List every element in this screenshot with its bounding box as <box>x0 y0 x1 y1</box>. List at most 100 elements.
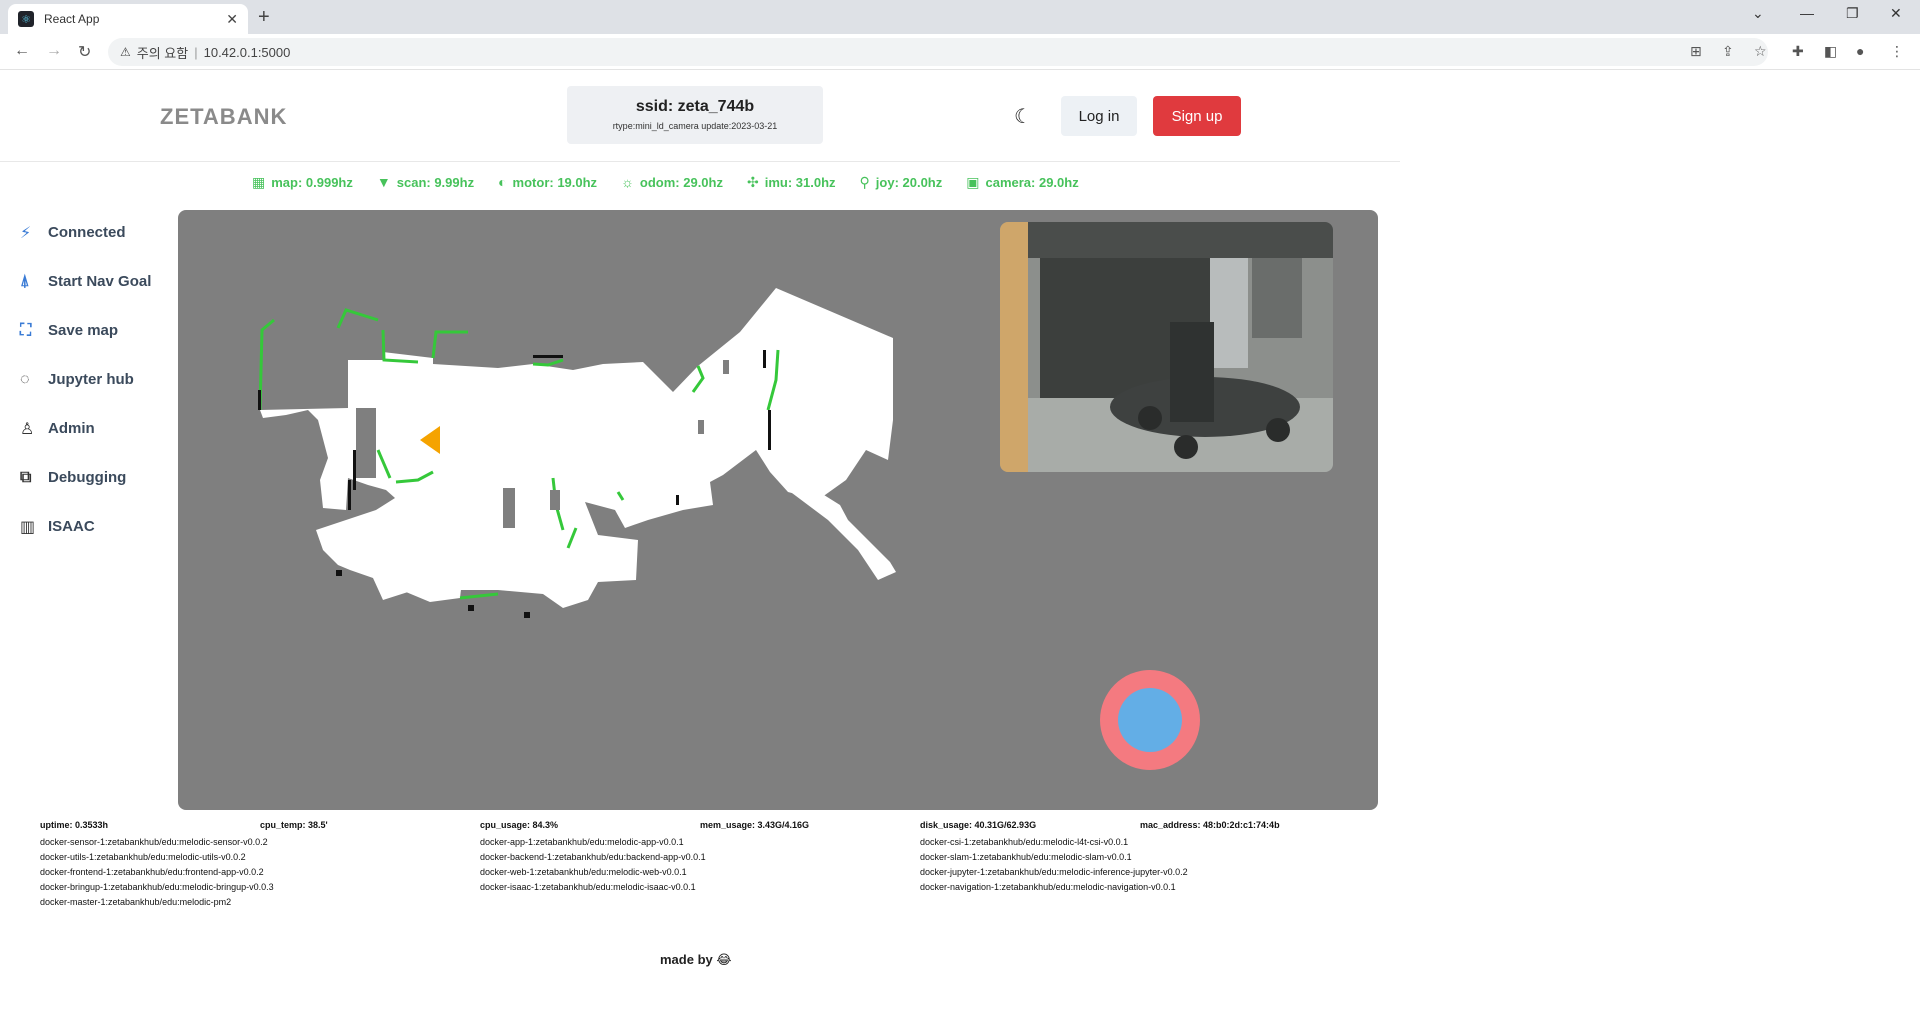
rate-camera: ▣ camera: 29.0hz <box>966 172 1078 192</box>
mac-address: mac_address: 48:b0:2d:c1:74:4b <box>1140 820 1280 830</box>
camera-image <box>1000 222 1333 472</box>
sidebar-item-label: Connected <box>48 224 126 241</box>
ssid-label: ssid: zeta_744b <box>635 98 755 115</box>
connected-icon: ⚡ <box>20 224 32 242</box>
rate-motor: ◐ motor: 19.0hz <box>498 172 597 192</box>
rate-label: joy: 20.0hz <box>875 174 943 190</box>
map-icon: ⛶ <box>20 321 32 339</box>
sidebar-item-isaac[interactable]: ▥ ISAAC <box>20 502 170 551</box>
menu-icon[interactable]: ⋮ <box>1890 43 1904 60</box>
docker-item: docker-navigation-1:zetabankhub/edu:melo… <box>920 882 1176 892</box>
rate-odom: ☼ odom: 29.0hz <box>621 172 723 192</box>
extensions-icon[interactable]: ✚ <box>1792 43 1804 60</box>
sidebar-item-label: Debugging <box>48 469 127 486</box>
bookmark-star-icon[interactable]: ☆ <box>1754 43 1767 60</box>
mem-usage: mem_usage: 3.43G/4.16G <box>700 820 810 830</box>
sun-icon: ☼ <box>621 174 634 190</box>
forward-icon[interactable]: → <box>46 42 62 60</box>
made-by-footer: made by 😂 <box>660 952 732 967</box>
url-text[interactable]: 10.42.0.1:5000 <box>204 45 291 60</box>
docker-item: docker-jupyter-1:zetabankhub/edu:melodic… <box>920 867 1188 877</box>
grid-icon: ▦ <box>252 173 266 190</box>
rate-joy: ⚲ joy: 20.0hz <box>860 172 943 192</box>
close-tab-icon[interactable]: ✕ <box>226 11 238 28</box>
nav-goal-icon: ⍋ <box>20 272 30 290</box>
docker-item: docker-sensor-1:zetabankhub/edu:melodic-… <box>40 837 268 847</box>
browser-tab[interactable]: ⚛ React App ✕ <box>8 4 248 34</box>
admin-icon: ♙ <box>20 420 35 438</box>
docker-item: docker-isaac-1:zetabankhub/edu:melodic-i… <box>480 882 696 892</box>
rate-label: motor: 19.0hz <box>512 174 598 190</box>
sidebar-item-label: Save map <box>48 322 119 339</box>
joystick[interactable] <box>1100 670 1200 770</box>
docker-column-1: docker-sensor-1:zetabankhub/edu:melodic-… <box>40 837 480 912</box>
sidebar-item-label: Start Nav Goal <box>48 273 152 290</box>
sidebar-item-label: Jupyter hub <box>48 371 134 388</box>
rate-imu: ✣ imu: 31.0hz <box>747 172 836 192</box>
docker-column-3: docker-csi-1:zetabankhub/edu:melodic-l4t… <box>920 837 1360 912</box>
robot-meta: rtype:mini_ld_camera update:2023-03-21 <box>612 121 778 131</box>
joystick-knob[interactable] <box>1118 688 1182 752</box>
imu-icon: ✣ <box>746 173 759 190</box>
security-label[interactable]: 주의 요함 <box>137 43 188 62</box>
topic-rates: ▦ map: 0.999hz ▼ scan: 9.99hz ◐ motor: 19.0… <box>252 172 1079 192</box>
sidebar-item-admin[interactable]: ♙ Admin <box>20 404 170 453</box>
sidebar-item-jupyter-hub[interactable]: ◌ Jupyter hub <box>20 355 170 404</box>
sidebar-item-connected[interactable]: ⚡ Connected <box>20 208 170 257</box>
sidebar-item-label: Admin <box>48 420 95 437</box>
docker-item: docker-frontend-1:zetabankhub/edu:fronte… <box>40 867 264 877</box>
map-panel[interactable] <box>178 210 1378 810</box>
docker-item: docker-csi-1:zetabankhub/edu:melodic-l4t… <box>920 837 1129 847</box>
camera-feed <box>1000 222 1333 472</box>
robot-info-box: ssid: zeta_744b rtype:mini_ld_camera upd… <box>567 86 823 144</box>
rate-label: odom: 29.0hz <box>639 174 723 190</box>
sidebar-item-save-map[interactable]: ⛶ Save map <box>20 306 170 355</box>
docker-item: docker-slam-1:zetabankhub/edu:melodic-sl… <box>920 852 1132 862</box>
minimize-icon[interactable]: — <box>1800 5 1814 21</box>
rate-scan: ▼ scan: 9.99hz <box>377 172 474 192</box>
sidebar-item-debugging[interactable]: ⧉ Debugging <box>20 453 170 502</box>
tab-title: React App <box>44 12 100 26</box>
stats-row: uptime: 0.3533h cpu_temp: 38.5' cpu_usag… <box>40 820 1360 835</box>
new-tab-button[interactable]: + <box>258 6 270 29</box>
browser-tab-bar: ⚛ React App ✕ + ⌄ — ❐ ✕ <box>0 0 1920 34</box>
close-window-icon[interactable]: ✕ <box>1890 5 1902 22</box>
motor-icon: ◐ <box>498 174 507 190</box>
signup-button[interactable]: Sign up <box>1153 96 1241 136</box>
rate-label: scan: 9.99hz <box>396 174 475 190</box>
uptime: uptime: 0.3533h <box>40 820 109 830</box>
system-stats: uptime: 0.3533h cpu_temp: 38.5' cpu_usag… <box>40 820 1360 912</box>
address-bar: ← → ↻ ⚠ 주의 요함 | 10.42.0.1:5000 ⊞ ⇪ ☆ ✚ ◧… <box>0 34 1920 70</box>
sidebar-item-start-nav-goal[interactable]: ⍋ Start Nav Goal <box>20 257 170 306</box>
profile-icon[interactable]: ● <box>1856 43 1864 59</box>
camera-icon: ▣ <box>966 173 980 190</box>
back-icon[interactable]: ← <box>14 42 30 60</box>
docker-item: docker-app-1:zetabankhub/edu:melodic-app… <box>480 837 684 847</box>
rate-label: camera: 29.0hz <box>985 174 1079 190</box>
sidebar: ⚡ Connected ⍋ Start Nav Goal ⛶ Save map ◌ Ju… <box>20 208 170 551</box>
translate-icon[interactable]: ⊞ <box>1690 43 1702 60</box>
docker-item: docker-utils-1:zetabankhub/edu:melodic-u… <box>40 852 246 862</box>
joystick-icon: ⚲ <box>859 173 870 190</box>
rate-label: map: 0.999hz <box>271 174 353 190</box>
docker-item: docker-bringup-1:zetabankhub/edu:melodic… <box>40 882 274 892</box>
docker-item: docker-master-1:zetabankhub/edu:melodic-… <box>40 897 232 907</box>
jupyter-icon: ◌ <box>20 370 30 388</box>
reload-icon[interactable]: ↻ <box>78 42 91 62</box>
login-button[interactable]: Log in <box>1061 96 1137 136</box>
docker-item: docker-backend-1:zetabankhub/edu:backend… <box>480 852 706 862</box>
rate-label: imu: 31.0hz <box>764 174 836 190</box>
docker-column-2: docker-app-1:zetabankhub/edu:melodic-app… <box>480 837 920 912</box>
sidebar-item-label: ISAAC <box>48 518 95 535</box>
dark-mode-icon[interactable]: ☾ <box>1014 104 1032 129</box>
warning-icon[interactable]: ⚠ <box>120 45 131 59</box>
docker-containers: docker-sensor-1:zetabankhub/edu:melodic-… <box>40 837 1360 912</box>
restore-icon[interactable]: ❐ <box>1846 5 1859 22</box>
disk-usage: disk_usage: 40.31G/62.93G <box>920 820 1037 830</box>
cpu-usage: cpu_usage: 84.3% <box>480 820 559 830</box>
url-field[interactable]: ⚠ 주의 요함 | 10.42.0.1:5000 <box>108 38 1768 66</box>
side-panel-icon[interactable]: ◧ <box>1824 43 1837 60</box>
logo[interactable]: ZETABANK <box>160 104 287 130</box>
share-icon[interactable]: ⇪ <box>1722 43 1734 60</box>
tab-search-icon[interactable]: ⌄ <box>1752 5 1764 22</box>
